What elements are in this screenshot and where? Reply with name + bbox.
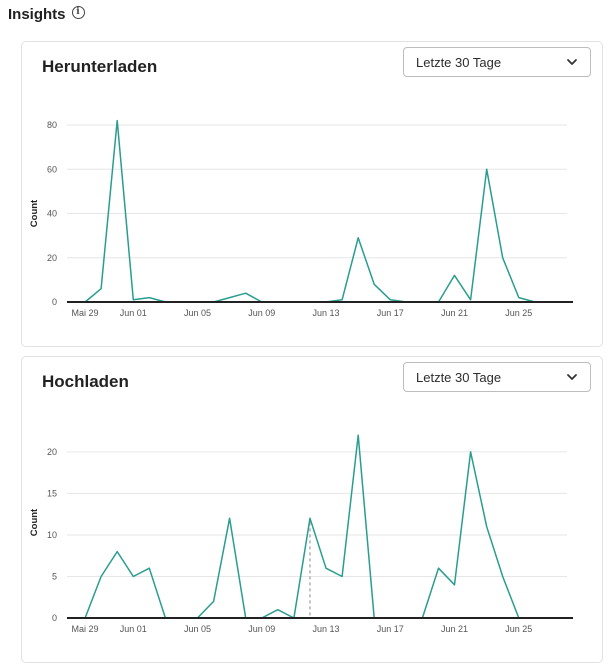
x-tick-label: Jun 09 bbox=[248, 308, 275, 318]
x-tick-label: Jun 13 bbox=[313, 624, 340, 634]
uploads-card: Hochladen Letzte 30 Tage 0 5 10 15 20 Count Ma… bbox=[21, 356, 603, 663]
x-tick-label: Jun 05 bbox=[184, 308, 211, 318]
x-tick-label: Jun 17 bbox=[377, 308, 404, 318]
x-tick-label: Mai 29 bbox=[72, 624, 99, 634]
y-tick-label: 20 bbox=[47, 253, 57, 263]
y-tick-label: 15 bbox=[47, 488, 57, 498]
y-tick-label: 80 bbox=[47, 120, 57, 130]
info-icon[interactable]: i bbox=[71, 6, 85, 19]
downloads-chart: 0 20 40 60 80 Count Mai 29 Jun 01 Jun 05 Jun 09 Ju… bbox=[29, 119, 573, 318]
y-axis-label: Count bbox=[29, 508, 40, 536]
series-line bbox=[69, 434, 567, 619]
page-title: Insights bbox=[8, 6, 66, 23]
x-tick-label: Jun 01 bbox=[120, 624, 147, 634]
x-tick-label: Jun 21 bbox=[441, 308, 468, 318]
x-tick-label: Jun 13 bbox=[313, 308, 340, 318]
downloads-card: Herunterladen Letzte 30 Tage 0 20 40 60 80 Co… bbox=[21, 41, 603, 347]
y-tick-label: 5 bbox=[52, 571, 57, 581]
x-tick-label: Jun 25 bbox=[505, 308, 532, 318]
x-tick-label: Jun 21 bbox=[441, 624, 468, 634]
insights-header: Insights i bbox=[8, 6, 85, 23]
x-tick-label: Mai 29 bbox=[72, 308, 99, 318]
y-tick-label: 40 bbox=[47, 209, 57, 219]
x-tick-label: Jun 01 bbox=[120, 308, 147, 318]
y-tick-label: 10 bbox=[47, 530, 57, 540]
y-axis-label: Count bbox=[29, 199, 40, 227]
series-line bbox=[69, 119, 567, 303]
y-tick-label: 0 bbox=[52, 613, 57, 623]
x-tick-label: Jun 17 bbox=[377, 624, 404, 634]
x-tick-label: Jun 09 bbox=[248, 624, 275, 634]
uploads-chart: 0 5 10 15 20 Count Mai 29 Jun 01 Jun 05 Jun 09 Jun… bbox=[29, 434, 573, 634]
x-tick-label: Jun 25 bbox=[505, 624, 532, 634]
y-tick-label: 60 bbox=[47, 164, 57, 174]
y-tick-label: 0 bbox=[52, 297, 57, 307]
x-tick-label: Jun 05 bbox=[184, 624, 211, 634]
y-tick-label: 20 bbox=[47, 447, 57, 457]
